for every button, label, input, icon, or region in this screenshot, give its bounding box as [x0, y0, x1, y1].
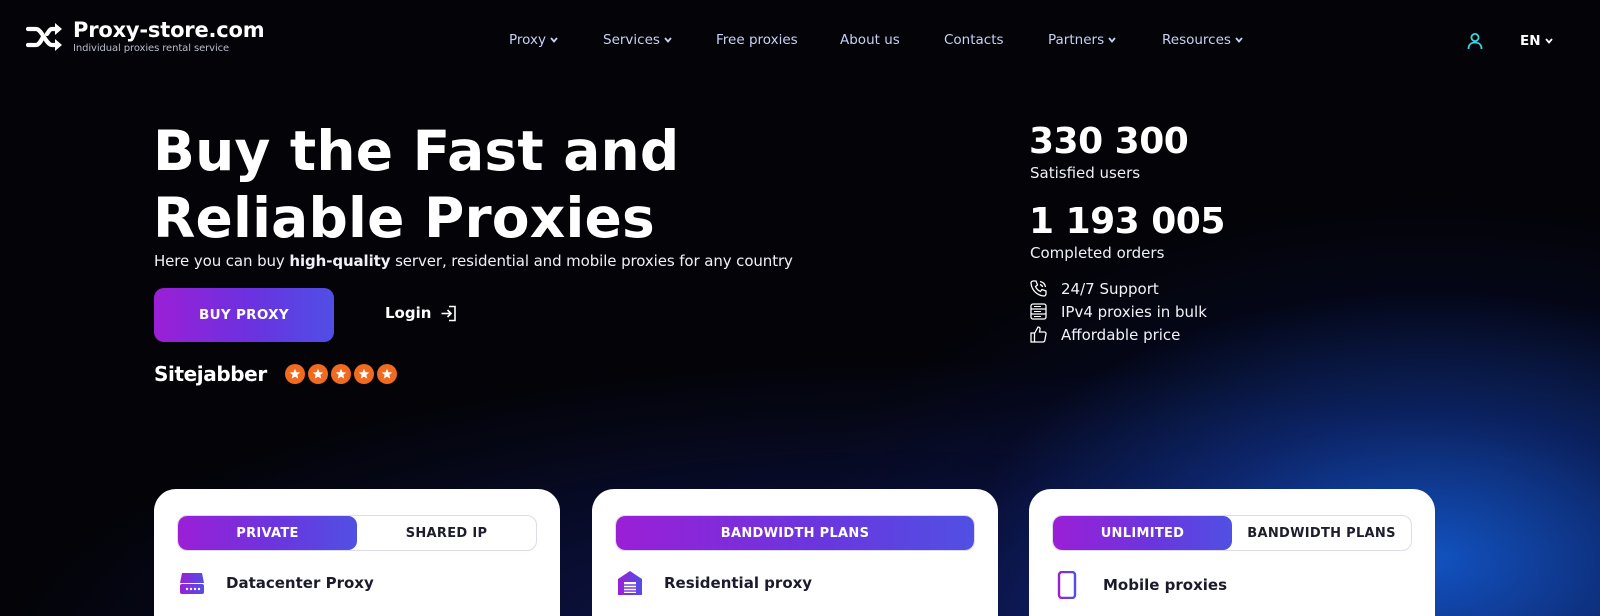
card-label: Residential proxy — [664, 574, 813, 592]
login-arrow-icon — [441, 305, 457, 321]
main-nav: Proxy Services Free proxies About us Con… — [0, 32, 1600, 52]
star-icon — [307, 364, 328, 384]
server-list-icon — [1030, 303, 1047, 320]
server-icon — [180, 573, 204, 594]
nav-services[interactable]: Services — [603, 32, 672, 48]
chevron-down-icon — [1108, 37, 1116, 43]
house-icon — [618, 571, 642, 595]
users-count: 330 300 — [1029, 121, 1189, 162]
orders-label: Completed orders — [1030, 244, 1165, 262]
buy-proxy-button[interactable]: BUY PROXY — [154, 288, 334, 342]
orders-count: 1 193 005 — [1029, 201, 1225, 242]
hero-title-line2: Reliable Proxies — [153, 186, 655, 250]
rating-stars — [284, 364, 397, 384]
phone-icon — [1030, 280, 1047, 297]
language-selector[interactable]: EN — [1520, 33, 1553, 49]
mobile-tabs: UNLIMITED BANDWIDTH PLANS — [1052, 515, 1412, 551]
mobile-card[interactable]: UNLIMITED BANDWIDTH PLANS Mobile proxies — [1029, 489, 1435, 616]
feature-bulk: IPv4 proxies in bulk — [1029, 302, 1207, 321]
phone-mobile-icon — [1057, 571, 1077, 599]
login-button[interactable]: Login — [385, 304, 457, 322]
user-icon[interactable] — [1466, 32, 1484, 50]
tab-unlimited[interactable]: UNLIMITED — [1053, 516, 1232, 550]
feature-support: 24/7 Support — [1029, 279, 1159, 298]
sitejabber-logo: Sitejabber — [154, 362, 267, 386]
tab-bandwidth-plans[interactable]: BANDWIDTH PLANS — [1232, 516, 1411, 550]
tab-shared-ip[interactable]: SHARED IP — [357, 516, 536, 550]
nav-resources[interactable]: Resources — [1162, 32, 1243, 48]
residential-tabs: BANDWIDTH PLANS — [615, 515, 975, 551]
card-label: Mobile proxies — [1103, 576, 1228, 594]
site-header: Proxy-store.com Individual proxies renta… — [0, 0, 1600, 84]
nav-about-us[interactable]: About us — [840, 32, 900, 48]
nav-proxy[interactable]: Proxy — [509, 32, 558, 48]
tab-bandwidth-plans[interactable]: BANDWIDTH PLANS — [616, 516, 974, 550]
sitejabber-rating[interactable]: Sitejabber — [154, 362, 397, 386]
chevron-down-icon — [1544, 38, 1553, 44]
tab-private[interactable]: PRIVATE — [178, 516, 357, 550]
chevron-down-icon — [1235, 37, 1243, 43]
hero-title-line1: Buy the Fast and — [153, 119, 680, 183]
datacenter-card[interactable]: PRIVATE SHARED IP Datacenter Proxy — [154, 489, 560, 616]
star-icon — [330, 364, 351, 384]
nav-partners[interactable]: Partners — [1048, 32, 1116, 48]
feature-price: Affordable price — [1029, 325, 1180, 344]
thumbs-up-icon — [1030, 326, 1047, 343]
users-label: Satisfied users — [1030, 164, 1141, 182]
hero-title: Buy the Fast and Reliable Proxies — [153, 118, 853, 252]
hero-subtitle: Here you can buy high-quality server, re… — [154, 252, 793, 270]
chevron-down-icon — [664, 37, 672, 43]
chevron-down-icon — [550, 37, 558, 43]
star-icon — [284, 364, 305, 384]
nav-contacts[interactable]: Contacts — [944, 32, 1004, 48]
nav-free-proxies[interactable]: Free proxies — [716, 32, 798, 48]
card-label: Datacenter Proxy — [226, 574, 374, 592]
star-icon — [376, 364, 397, 384]
residential-card[interactable]: BANDWIDTH PLANS Residential proxy — [592, 489, 998, 616]
datacenter-tabs: PRIVATE SHARED IP — [177, 515, 537, 551]
star-icon — [353, 364, 374, 384]
